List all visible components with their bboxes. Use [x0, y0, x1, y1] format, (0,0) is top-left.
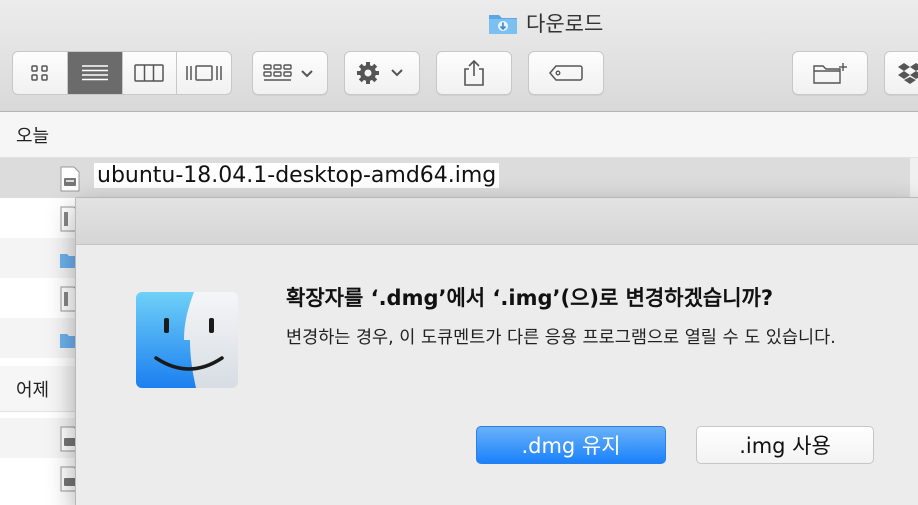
use-img-button[interactable]: .img 사용	[696, 426, 874, 464]
cover-flow-view-button[interactable]	[177, 52, 231, 94]
grid-icon	[31, 65, 48, 81]
section-label-today: 오늘	[16, 125, 50, 147]
file-row-selected[interactable]: ubuntu-18.04.1-desktop-amd64.img	[0, 158, 918, 198]
gear-icon	[357, 62, 403, 84]
columns-icon	[134, 64, 165, 82]
share-icon	[464, 59, 484, 86]
window-title-text: 다운로드	[526, 12, 604, 36]
finder-icon	[136, 292, 238, 388]
list-view-button[interactable]	[67, 52, 123, 94]
rename-extension-dialog: 확장자를 ‘.dmg’에서 ‘.img’(으)로 변경하겠습니까? 변경하는 경…	[75, 197, 918, 505]
view-mode-segmented-control[interactable]	[12, 51, 232, 95]
finder-toolbar: 다운로드	[0, 0, 918, 112]
group-by-icon	[263, 64, 313, 81]
dialog-message: 변경하는 경우, 이 도큐멘트가 다른 응용 프로그램으로 열릴 수 도 있습니…	[286, 328, 836, 348]
section-header-today: 오늘	[0, 112, 918, 158]
new-folder-button[interactable]	[792, 51, 868, 95]
window-title: 다운로드	[488, 8, 603, 38]
dropbox-icon	[898, 63, 918, 84]
cover-flow-icon	[186, 65, 222, 81]
tag-button[interactable]	[528, 51, 604, 95]
column-view-button[interactable]	[123, 52, 178, 94]
keep-dmg-button[interactable]: .dmg 유지	[476, 426, 666, 464]
disk-image-file-icon	[60, 166, 80, 192]
dropbox-button[interactable]	[884, 51, 918, 95]
list-icon	[81, 65, 108, 81]
section-label-yesterday: 어제	[16, 379, 50, 401]
new-folder-icon	[813, 63, 847, 84]
tag-icon	[549, 65, 583, 81]
action-button[interactable]	[344, 51, 420, 95]
group-by-button[interactable]	[252, 51, 328, 95]
file-name-selected[interactable]: ubuntu-18.04.1-desktop-amd64.img	[94, 163, 500, 188]
dialog-title-bar	[76, 198, 918, 245]
dialog-title: 확장자를 ‘.dmg’에서 ‘.img’(으)로 변경하겠습니까?	[286, 286, 774, 310]
downloads-folder-icon	[489, 15, 517, 34]
share-button[interactable]	[436, 51, 512, 95]
icon-view-button[interactable]	[13, 52, 68, 94]
